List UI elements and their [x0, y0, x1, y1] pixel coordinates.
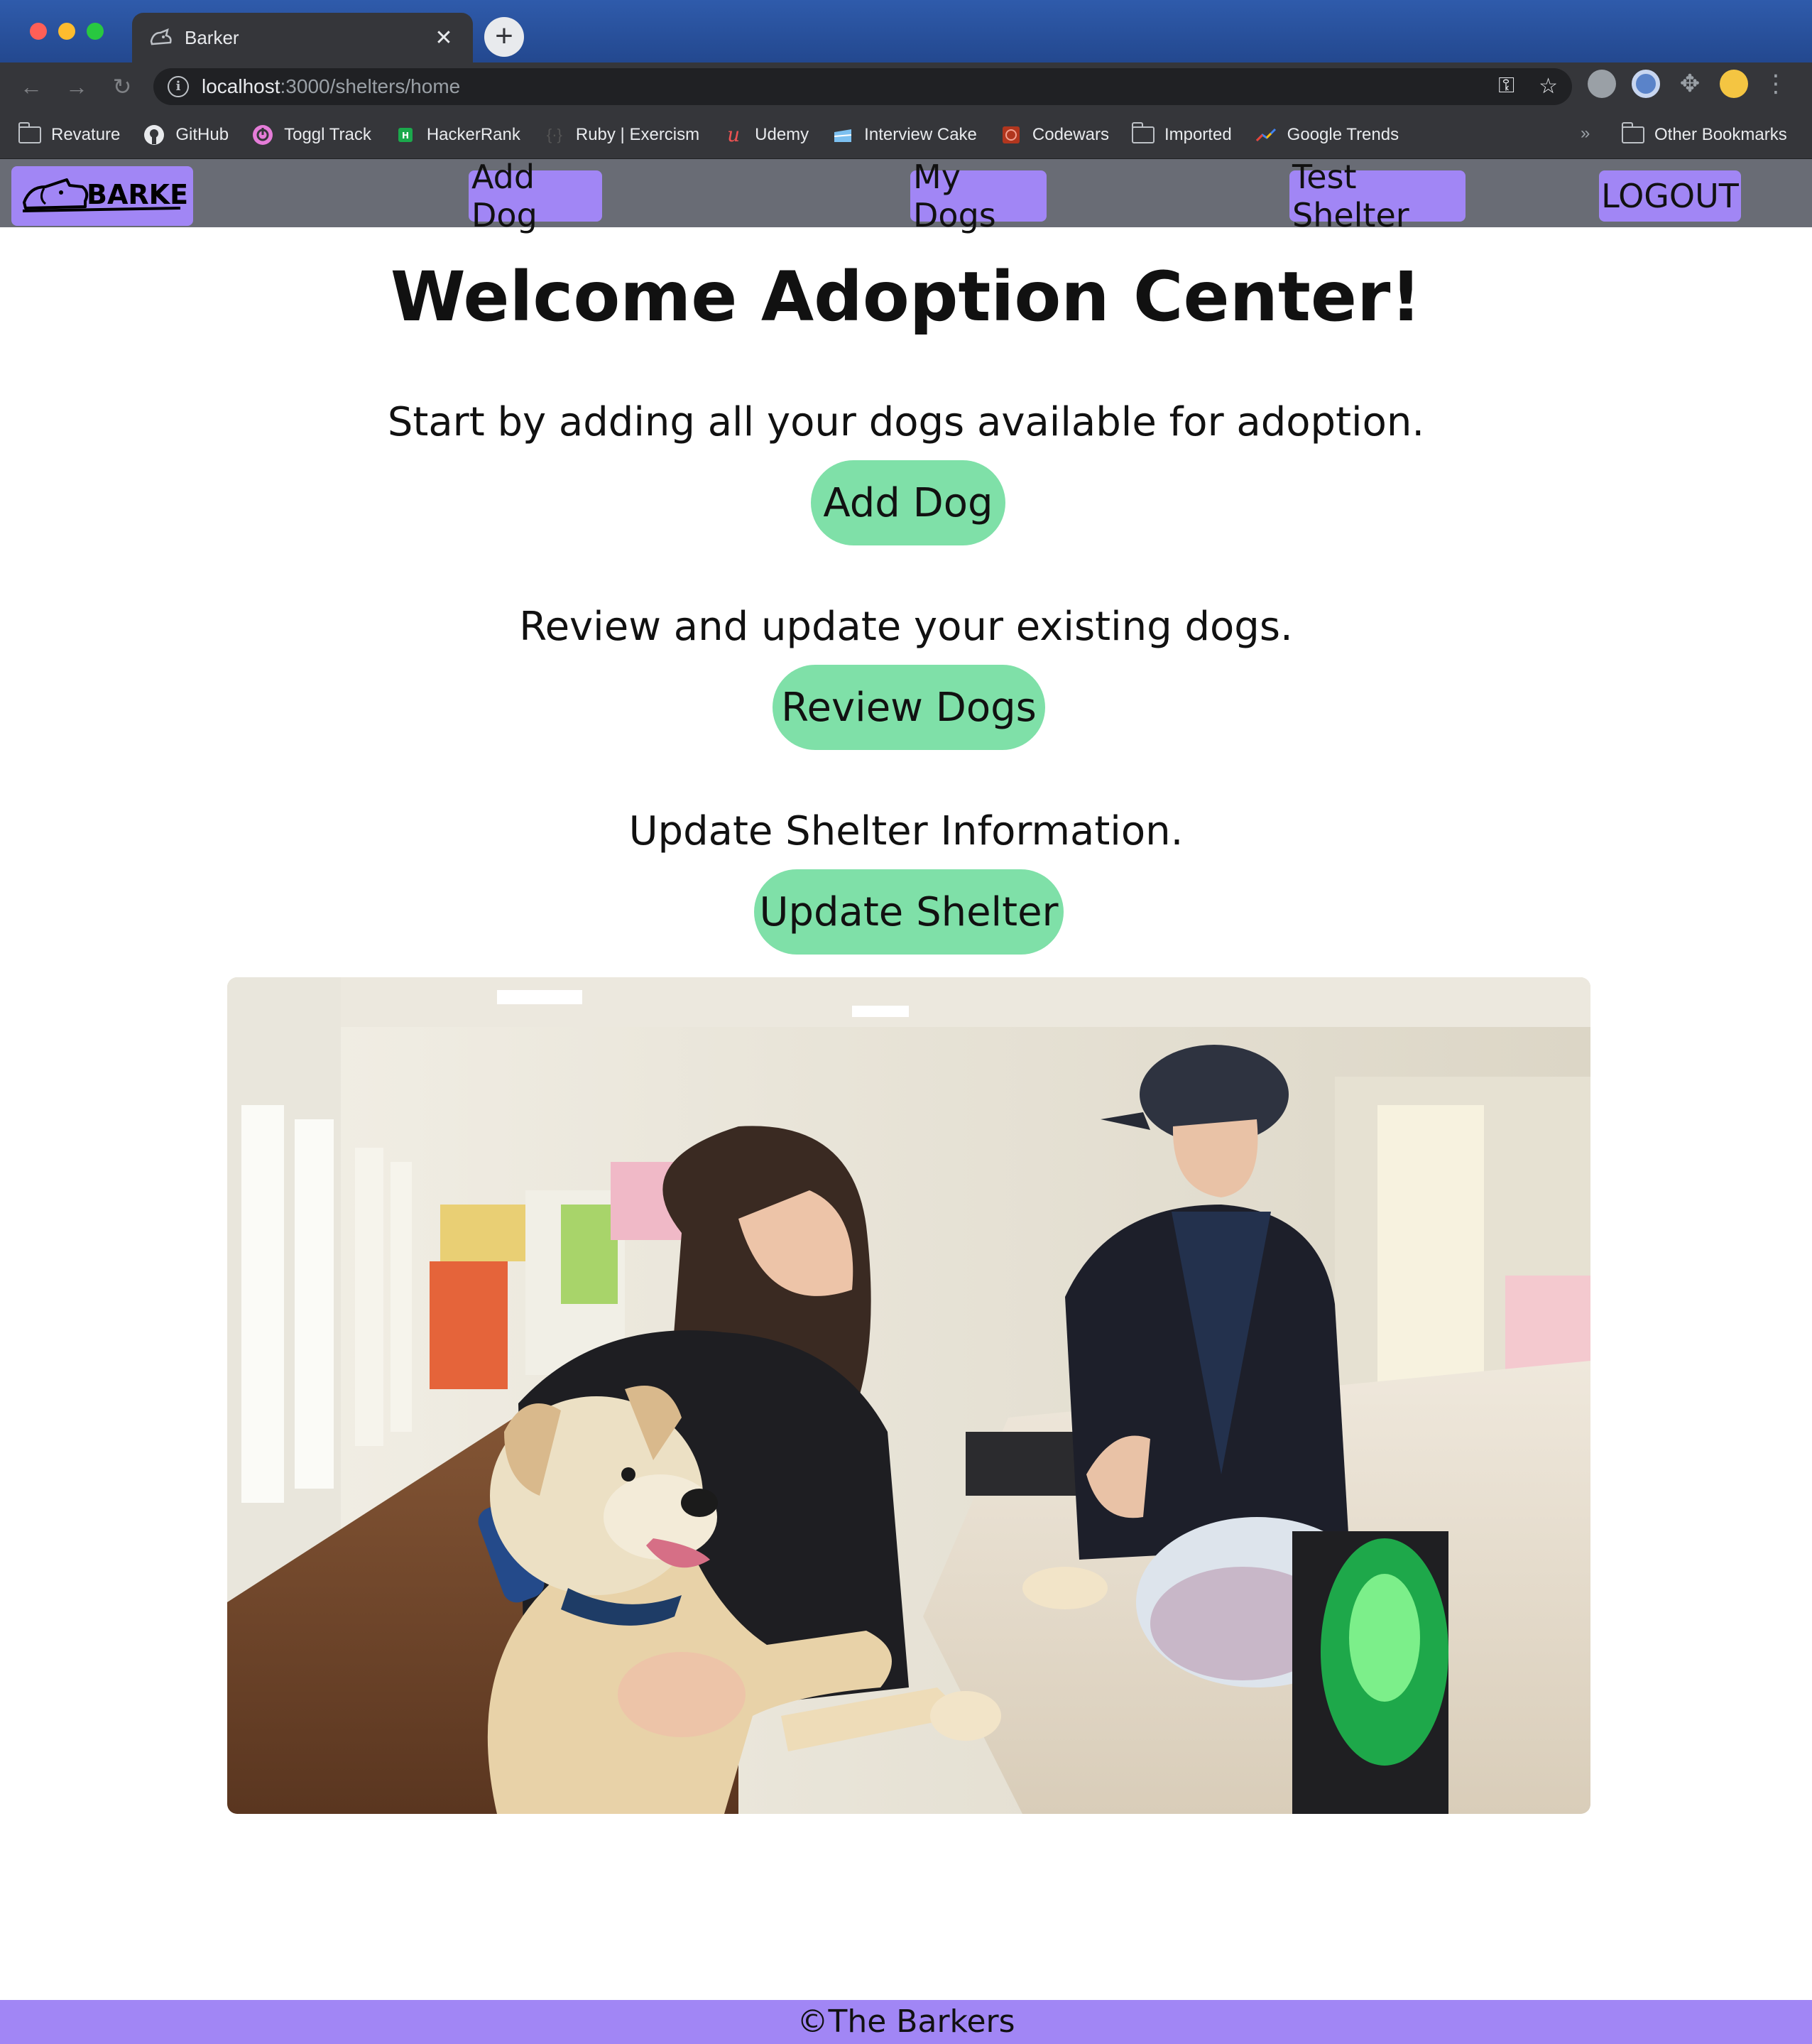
extensions-puzzle-icon[interactable]: ✥: [1676, 70, 1704, 98]
bookmark-google-trends[interactable]: Google Trends: [1255, 125, 1399, 145]
bookmarks-overflow-chevron-icon[interactable]: »: [1581, 124, 1590, 143]
extension-power-icon[interactable]: [1588, 70, 1616, 98]
nav-logout[interactable]: LOGOUT: [1599, 170, 1741, 222]
url-path: :3000/shelters/home: [280, 75, 461, 97]
hackerrank-icon: H: [394, 125, 417, 145]
app-navbar: BARKER Add Dog My Dogs Test Shelter LOGO…: [0, 158, 1812, 234]
add-dog-button[interactable]: Add Dog: [811, 460, 1005, 545]
browser-toolbar: ← → ↻ i localhost:3000/shelters/home ⚿ ☆…: [0, 62, 1812, 111]
bookmark-exercism[interactable]: {·} Ruby | Exercism: [543, 125, 699, 145]
review-dogs-button[interactable]: Review Dogs: [773, 665, 1045, 750]
dog-favicon-icon: [149, 26, 173, 50]
bookmarks-bar: Revature GitHub Toggl Track H HackerRank …: [0, 111, 1812, 159]
exercism-icon: {·}: [546, 125, 562, 143]
bookmark-imported[interactable]: Imported: [1131, 121, 1232, 145]
browser-tab[interactable]: Barker ✕: [132, 13, 473, 62]
nav-add-dog[interactable]: Add Dog: [469, 158, 602, 234]
folder-icon: [1131, 121, 1155, 145]
bookmark-hackerrank[interactable]: H HackerRank: [394, 125, 520, 145]
page-footer: ©The Barkers: [0, 2000, 1812, 2044]
bookmark-codewars[interactable]: Codewars: [1000, 125, 1109, 145]
url-host: localhost: [202, 75, 280, 97]
forward-arrow-icon[interactable]: →: [61, 71, 92, 102]
folder-icon: [1622, 122, 1644, 145]
nav-test-shelter[interactable]: Test Shelter: [1289, 158, 1466, 234]
codewars-icon: [1000, 125, 1022, 145]
extension-ring-icon[interactable]: [1632, 70, 1660, 98]
bookmark-toggl[interactable]: Toggl Track: [251, 124, 371, 145]
bookmark-github[interactable]: GitHub: [143, 124, 229, 145]
new-tab-button[interactable]: +: [484, 17, 524, 57]
browser-menu-icon[interactable]: ⋮: [1764, 70, 1788, 98]
add-dog-prompt: Start by adding all your dogs available …: [387, 399, 1425, 445]
github-icon: [143, 124, 165, 145]
folder-icon: [18, 121, 41, 145]
tab-title: Barker: [185, 26, 239, 48]
svg-text:H: H: [402, 131, 409, 141]
page-title: Welcome Adoption Center!: [390, 257, 1422, 337]
bookmark-revature[interactable]: Revature: [18, 121, 120, 145]
svg-text:BARKER: BARKER: [87, 179, 187, 210]
shelter-photo: [227, 977, 1590, 1814]
zoom-window-button[interactable]: [87, 23, 104, 40]
interview-cake-icon: [831, 125, 854, 145]
bookmark-other-bookmarks[interactable]: Other Bookmarks: [1622, 111, 1787, 159]
address-bar[interactable]: i localhost:3000/shelters/home ⚿ ☆: [153, 68, 1572, 105]
update-shelter-prompt: Update Shelter Information.: [628, 808, 1184, 854]
toggl-icon: [251, 124, 274, 145]
barker-dog-logo-icon: BARKER: [22, 178, 187, 212]
bookmark-star-icon[interactable]: ☆: [1539, 74, 1558, 99]
google-trends-icon: [1255, 125, 1277, 145]
reload-icon[interactable]: ↻: [107, 71, 138, 102]
site-info-icon[interactable]: i: [168, 76, 189, 97]
bookmark-interview-cake[interactable]: Interview Cake: [831, 125, 977, 145]
update-shelter-button[interactable]: Update Shelter: [754, 869, 1064, 955]
close-window-button[interactable]: [30, 23, 47, 40]
review-dogs-prompt: Review and update your existing dogs.: [519, 604, 1293, 650]
browser-titlebar: Barker ✕ +: [0, 0, 1812, 62]
minimize-window-button[interactable]: [58, 23, 75, 40]
profile-avatar[interactable]: [1720, 70, 1748, 98]
close-tab-icon[interactable]: ✕: [432, 26, 456, 50]
key-icon[interactable]: ⚿: [1498, 74, 1514, 99]
back-arrow-icon[interactable]: ←: [16, 71, 47, 102]
barker-logo[interactable]: BARKER: [11, 166, 193, 226]
bookmark-udemy[interactable]: u Udemy: [722, 123, 809, 146]
nav-my-dogs[interactable]: My Dogs: [910, 158, 1047, 234]
udemy-icon: u: [727, 123, 741, 146]
